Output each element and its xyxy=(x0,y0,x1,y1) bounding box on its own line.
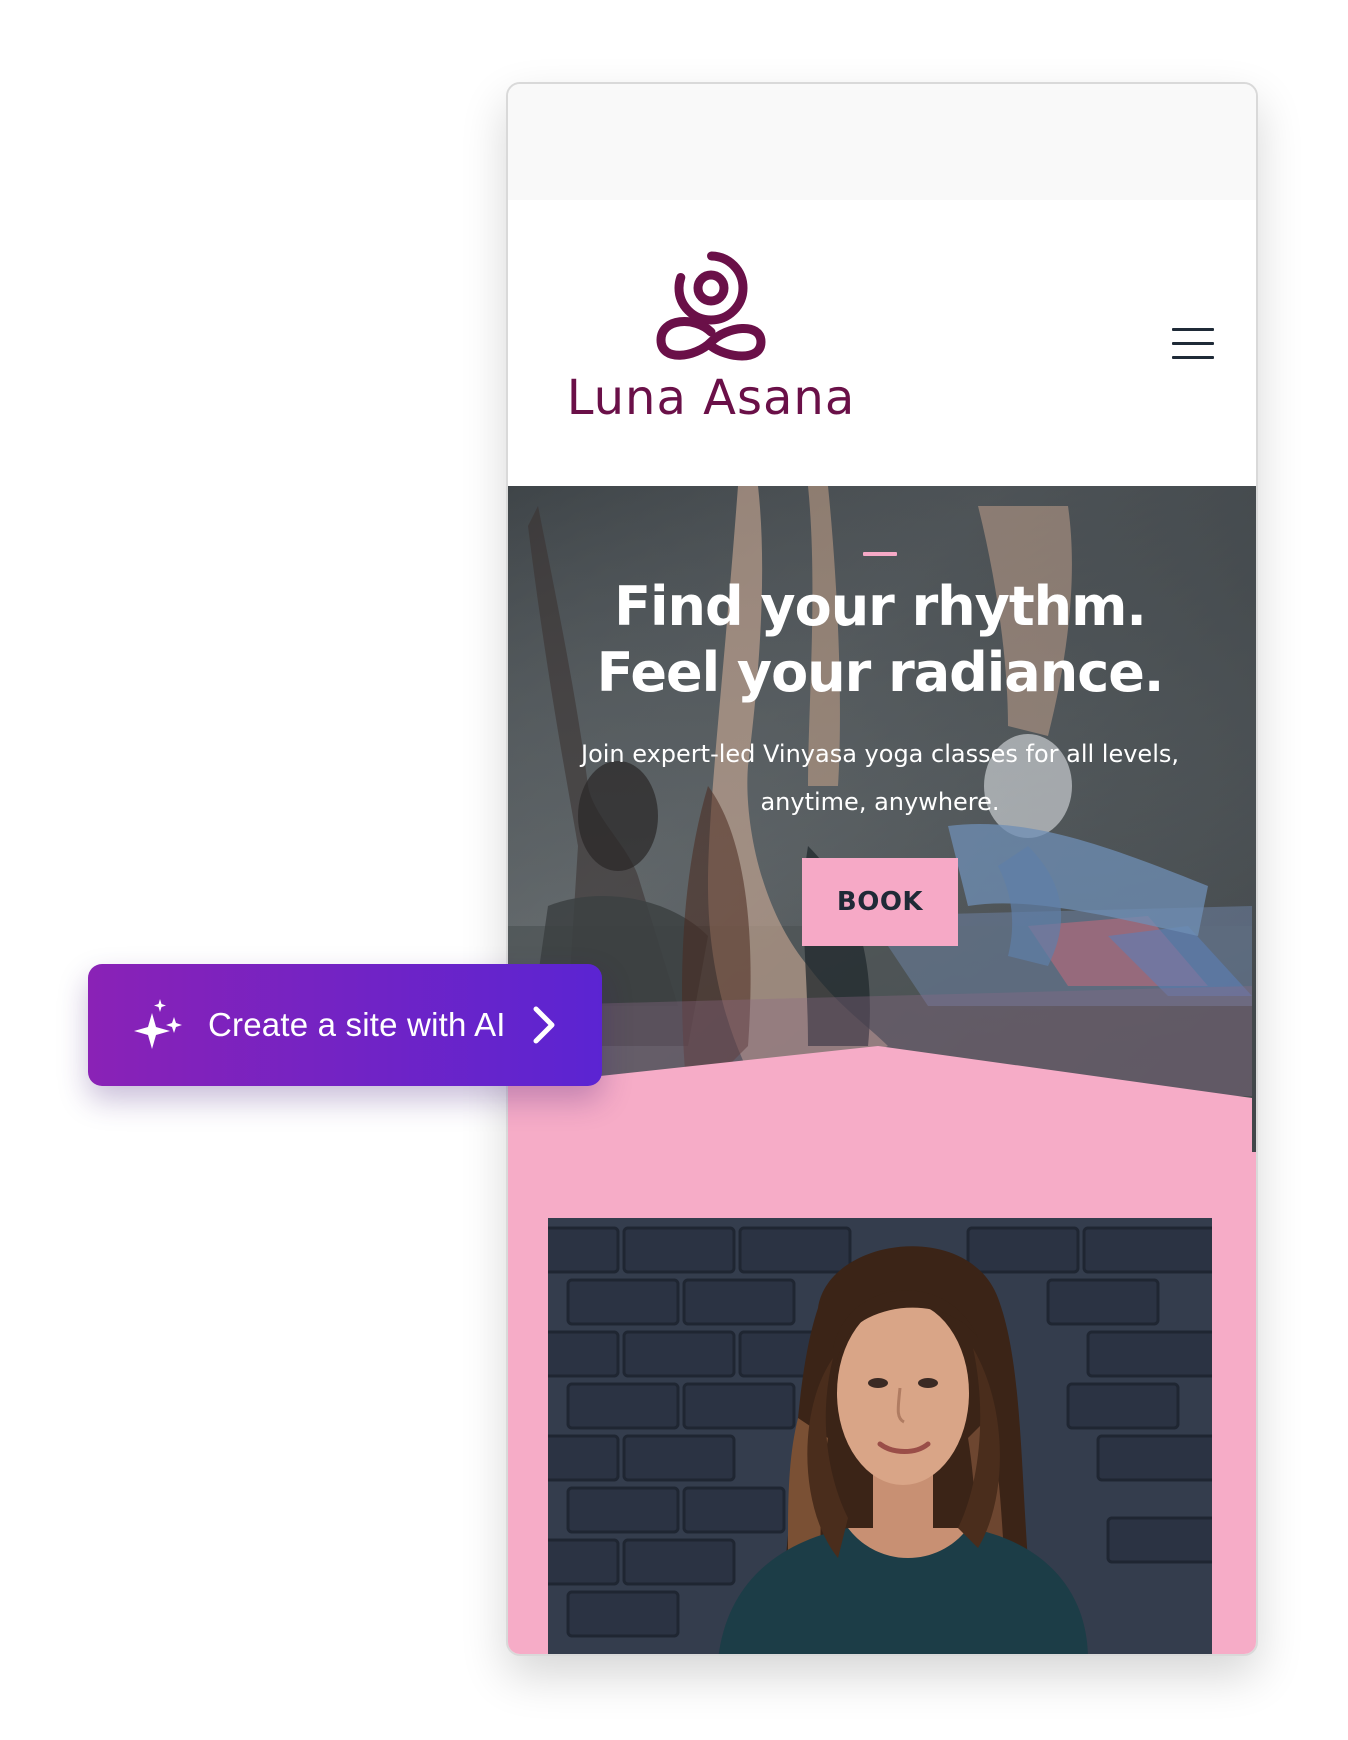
chevron-right-icon xyxy=(533,1006,555,1044)
hero-section: Find your rhythm. Feel your radiance. Jo… xyxy=(508,486,1256,1152)
create-site-with-ai-label: Create a site with AI xyxy=(208,1006,506,1043)
brand-name: Luna Asana xyxy=(566,370,856,426)
hero-title: Find your rhythm. Feel your radiance. xyxy=(596,575,1165,704)
instructor-section xyxy=(508,1152,1256,1654)
hero-accent-line xyxy=(863,552,897,556)
hero-subtitle: Join expert-led Vinyasa yoga classes for… xyxy=(580,740,1179,816)
sparkle-icon xyxy=(134,999,182,1049)
hero-content: Find your rhythm. Feel your radiance. Jo… xyxy=(508,486,1252,946)
create-site-with-ai-button[interactable]: Create a site with AI xyxy=(88,964,602,1086)
instructor-portrait-image xyxy=(548,1218,1212,1654)
phone-preview-frame: Luna Asana Find your rhythm. Feel your r… xyxy=(506,82,1258,1656)
hamburger-menu-icon[interactable] xyxy=(1172,328,1216,362)
yoga-lotus-logo-icon xyxy=(656,251,766,361)
site-logo[interactable]: Luna Asana xyxy=(566,250,856,426)
instructor-photo xyxy=(548,1218,1212,1654)
book-button[interactable]: BOOK xyxy=(802,858,958,946)
site-header: Luna Asana xyxy=(508,200,1256,486)
browser-top-bar xyxy=(508,84,1256,200)
